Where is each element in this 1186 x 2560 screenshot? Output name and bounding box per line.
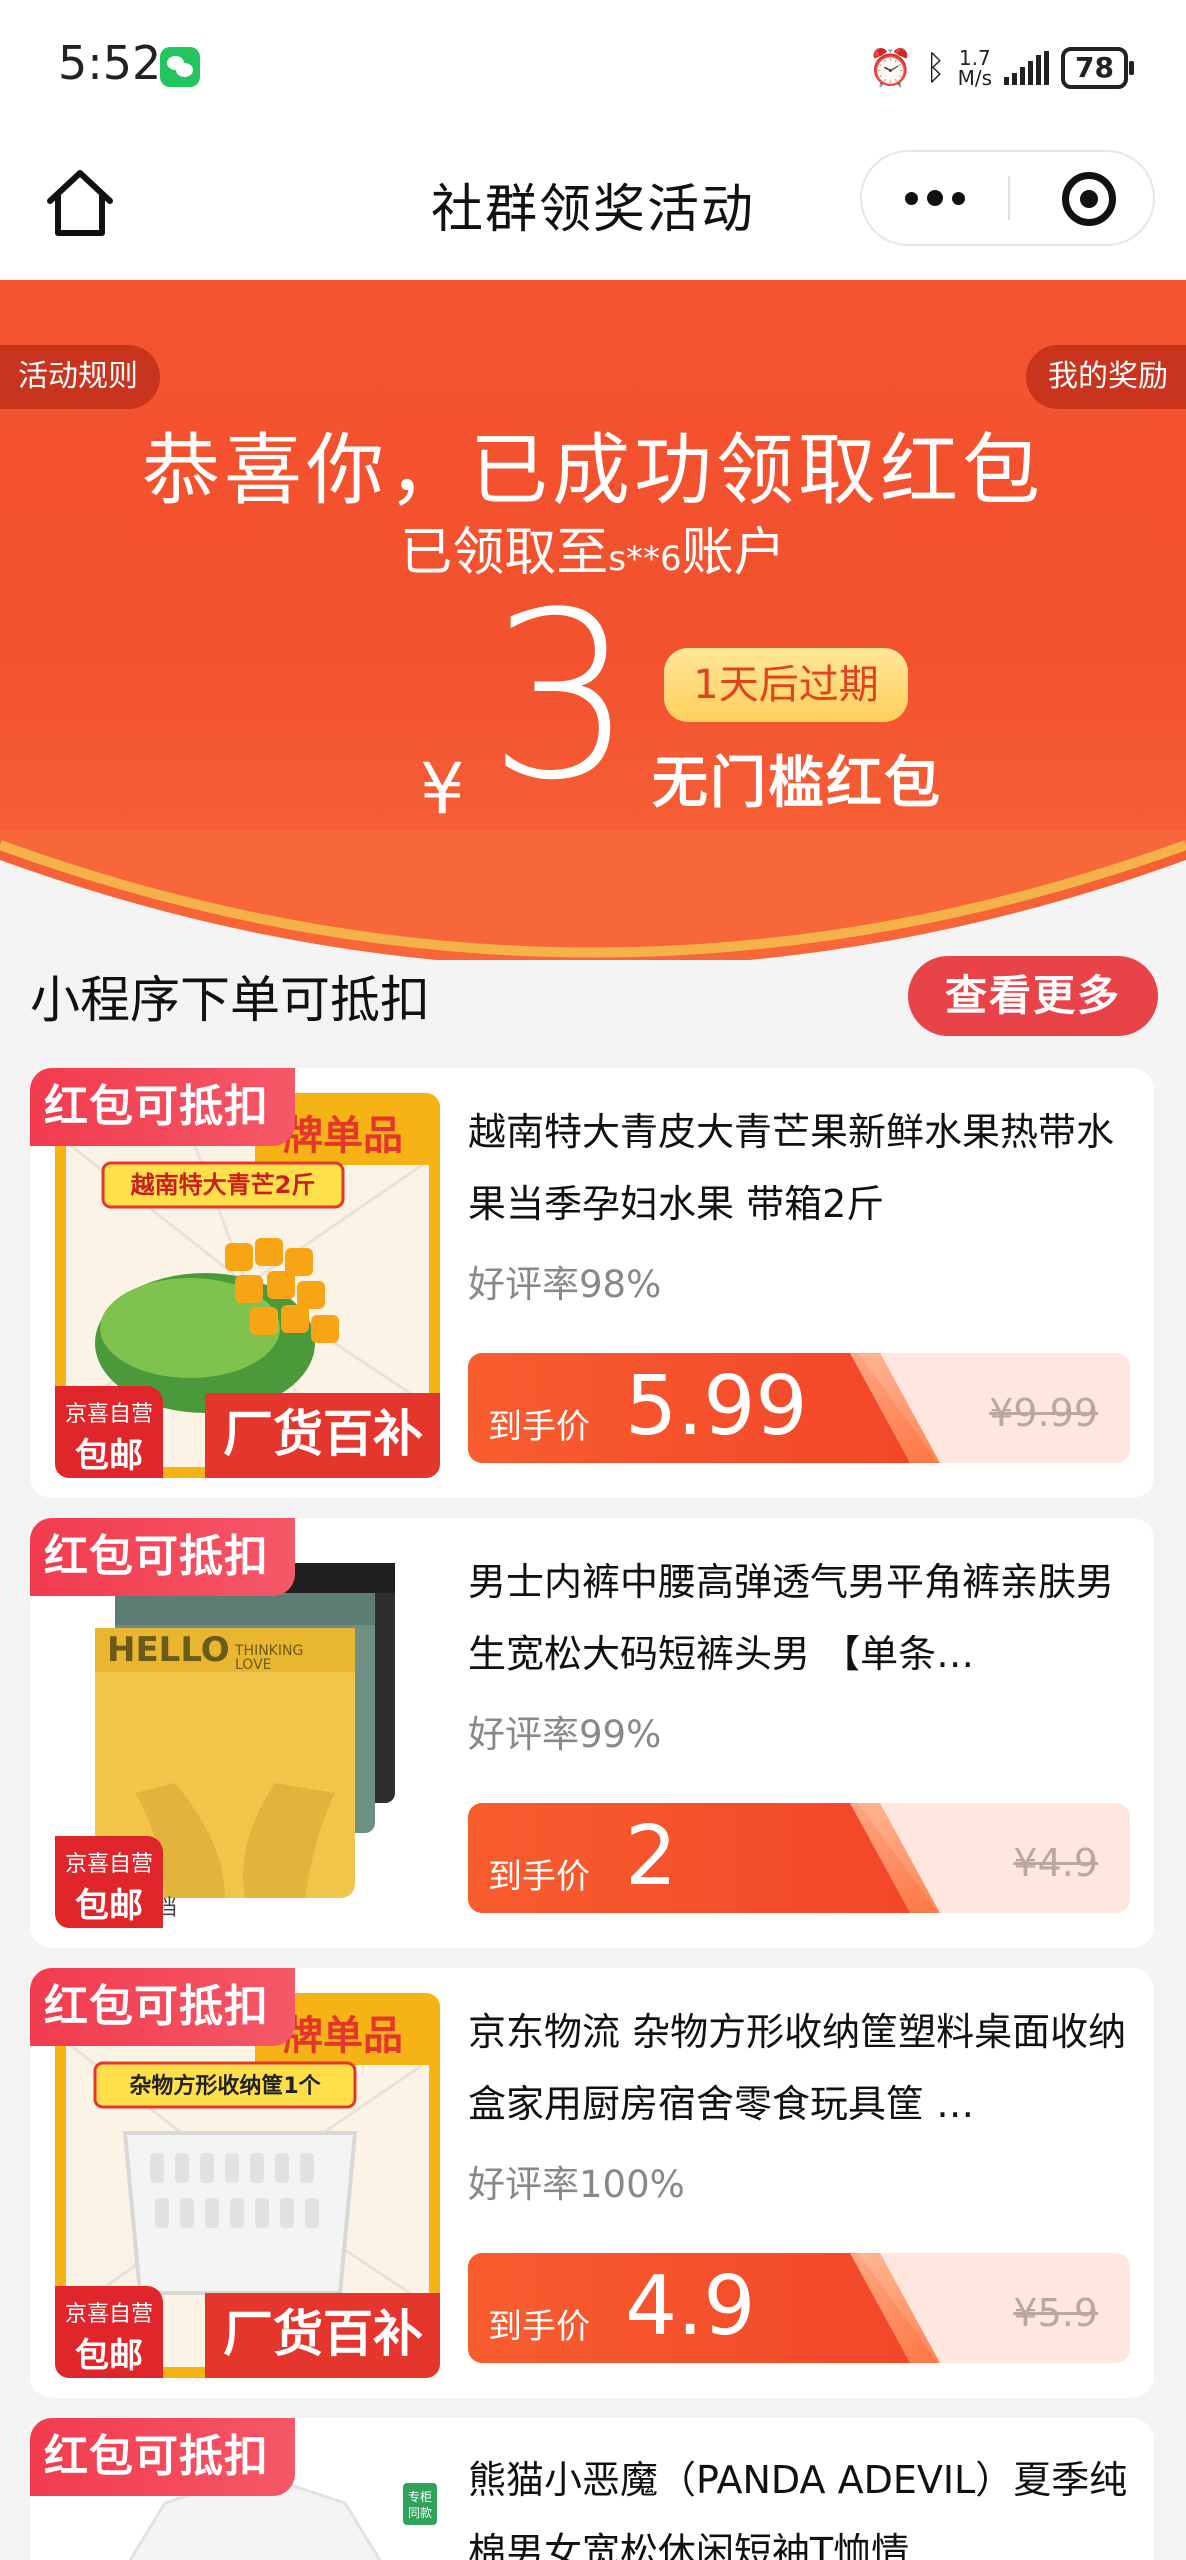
mini-program-capsule (860, 150, 1155, 246)
price-bar[interactable]: 到手价 2 ¥4.9 (468, 1803, 1130, 1913)
final-price: 4.9 (625, 2259, 756, 2354)
product-card[interactable]: 专柜 同款 红包可抵扣 熊猫小恶魔（PANDA ADEVIL）夏季纯棉男女宽松休… (30, 2418, 1154, 2560)
reward-amount: 3 (488, 564, 635, 831)
product-rating: 好评率98% (468, 1263, 662, 1306)
jd-label: 京喜自营 (64, 2302, 153, 2327)
close-target-icon[interactable] (1062, 172, 1116, 226)
free-shipping-label: 包邮 (75, 2336, 143, 2376)
currency-symbol: ¥ (420, 748, 465, 830)
product-name[interactable]: 熊猫小恶魔（PANDA ADEVIL）夏季纯棉男女宽松休闲短袖T恤情… (468, 2444, 1128, 2560)
capsule-divider (1008, 176, 1010, 220)
rules-tab[interactable]: 活动规则 (0, 345, 160, 409)
product-card[interactable]: HELLO HELLO THINKING LOVE 档 红包可抵扣 京喜自营 包… (30, 1518, 1154, 1948)
status-icons: ⏰ ᛒ 1.7 M/s 78 (868, 40, 1134, 96)
product-rating: 好评率100% (468, 2163, 685, 2206)
final-price: 2 (625, 1809, 678, 1904)
final-price-label: 到手价 (488, 2307, 590, 2347)
section-title: 小程序下单可抵扣 (30, 971, 430, 1029)
svg-text:同款: 同款 (408, 2506, 432, 2520)
coupon-deductible-badge: 红包可抵扣 (30, 1968, 295, 2046)
original-price: ¥4.9 (1013, 1841, 1098, 1885)
original-price: ¥5.9 (1013, 2291, 1098, 2335)
my-rewards-tab[interactable]: 我的奖励 (1026, 345, 1186, 409)
product-name[interactable]: 男士内裤中腰高弹透气男平角裤亲肤男生宽松大码短裤头男 【单条… (468, 1546, 1128, 1690)
original-price: ¥9.99 (989, 1391, 1098, 1435)
jd-self-operated-badge: 京喜自营 包邮 (55, 1386, 163, 1478)
svg-text:专柜: 专柜 (408, 2489, 432, 2504)
expiry-badge: 1天后过期 (664, 648, 908, 722)
svg-text:牌单品: 牌单品 (283, 1113, 403, 1159)
jd-self-operated-badge: 京喜自营 包邮 (55, 1836, 163, 1928)
nav-bar: 社群领奖活动 (0, 135, 1186, 280)
price-bar[interactable]: 到手价 4.9 ¥5.9 (468, 2253, 1130, 2363)
jd-label: 京喜自营 (64, 1852, 153, 1877)
success-title: 恭喜你，已成功领取红包 (141, 426, 1044, 516)
free-shipping-label: 包邮 (75, 1436, 143, 1476)
svg-text:杂物方形收纳筐1个: 杂物方形收纳筐1个 (129, 2073, 321, 2099)
jd-label: 京喜自营 (64, 1402, 153, 1427)
view-more-button[interactable]: 查看更多 (908, 956, 1158, 1036)
final-price: 5.99 (625, 1359, 808, 1454)
status-time: 5:52 (58, 36, 162, 90)
battery-icon: 78 (1061, 47, 1134, 89)
product-card[interactable]: 牌单品 杂物方形收纳筐1个 厂货百补 红包可抵扣 京喜自营 包邮 京东物流 杂物… (30, 1968, 1154, 2398)
speed-value: 1.7 (958, 46, 991, 70)
coupon-type: 无门槛红包 (652, 751, 942, 816)
more-dots-icon[interactable] (862, 152, 1008, 244)
product-rating: 好评率99% (468, 1713, 662, 1756)
alarm-icon: ⏰ (868, 48, 914, 89)
sub-suffix: 账户 (681, 523, 786, 583)
coupon-deductible-badge: 红包可抵扣 (30, 2418, 295, 2496)
product-name[interactable]: 京东物流 杂物方形收纳筐塑料桌面收纳盒家用厨房宿舍零食玩具筐 … (468, 1996, 1128, 2140)
product-name[interactable]: 越南特大青皮大青芒果新鲜水果热带水果当季孕妇水果 带箱2斤 (468, 1096, 1128, 1240)
battery-level: 78 (1075, 51, 1114, 84)
final-price-label: 到手价 (488, 1857, 590, 1897)
signal-icon (1004, 51, 1050, 85)
final-price-label: 到手价 (488, 1407, 590, 1447)
product-card[interactable]: 牌单品 越南特大青芒2斤 厂货百补 红包可抵扣 京喜自营 包邮 越南特大青皮大青… (30, 1068, 1154, 1498)
svg-text:厂货百补: 厂货百补 (223, 2305, 423, 2363)
price-bar[interactable]: 到手价 5.99 ¥9.99 (468, 1353, 1130, 1463)
jd-self-operated-badge: 京喜自营 包邮 (55, 2286, 163, 2378)
svg-text:厂货百补: 厂货百补 (223, 1405, 423, 1463)
svg-text:越南特大青芒2斤: 越南特大青芒2斤 (131, 1171, 316, 1199)
status-bar: 5:52 ⏰ ᛒ 1.7 M/s 78 (0, 0, 1186, 135)
coupon-deductible-badge: 红包可抵扣 (30, 1518, 295, 1596)
svg-text:牌单品: 牌单品 (283, 2013, 403, 2059)
network-speed: 1.7 M/s (958, 48, 992, 88)
svg-text:LOVE: LOVE (235, 1657, 272, 1673)
free-shipping-label: 包邮 (75, 1886, 143, 1926)
wechat-icon (160, 47, 200, 87)
speed-unit: M/s (957, 66, 993, 90)
banner-curve (0, 830, 1186, 960)
bluetooth-icon: ᛒ (925, 48, 946, 88)
coupon-deductible-badge: 红包可抵扣 (30, 1068, 295, 1146)
svg-text:HELLO: HELLO (107, 1630, 230, 1670)
